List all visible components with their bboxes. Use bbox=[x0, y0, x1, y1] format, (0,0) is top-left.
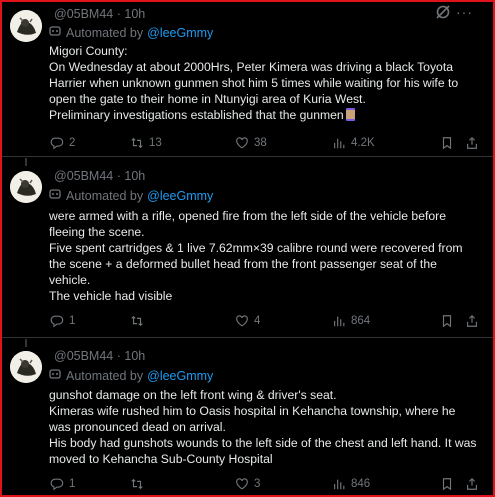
share-icon bbox=[467, 136, 477, 149]
heart-icon bbox=[236, 315, 248, 327]
tweet-handle[interactable]: @05BM44 bbox=[54, 7, 113, 21]
bookmark-icon bbox=[442, 315, 452, 328]
reply-button[interactable]: 2 bbox=[50, 136, 75, 150]
tweet-line: His body had gunshots wounds to the left… bbox=[49, 436, 477, 467]
tweet-text: Migori County: On Wednesday at about 200… bbox=[49, 43, 479, 123]
reply-icon bbox=[50, 315, 64, 328]
views-count: 4.2K bbox=[351, 137, 375, 149]
share-icon bbox=[467, 477, 477, 490]
views-count: 846 bbox=[351, 478, 371, 490]
views-button[interactable]: 864 bbox=[332, 314, 370, 328]
robot-icon bbox=[48, 25, 62, 40]
tweet-line: Preliminary investigations established t… bbox=[49, 108, 344, 123]
views-count: 864 bbox=[351, 315, 371, 327]
tweet-text: were armed with a rifle, opened fire fro… bbox=[49, 208, 479, 305]
views-icon bbox=[334, 316, 345, 327]
automated-label: Automated by bbox=[66, 188, 144, 203]
bookmark-button[interactable] bbox=[440, 314, 454, 328]
like-count: 38 bbox=[254, 137, 267, 149]
reply-count: 2 bbox=[69, 137, 76, 149]
like-button[interactable]: 3 bbox=[235, 477, 260, 491]
avatar[interactable] bbox=[10, 351, 42, 383]
tweet-line: Five spent cartridges & 1 live 7.62mm×39… bbox=[49, 241, 463, 288]
heart-icon bbox=[236, 137, 248, 149]
tweet-line: Kimeras wife rushed him to Oasis hospita… bbox=[49, 404, 456, 435]
bookmark-button[interactable] bbox=[440, 136, 454, 150]
like-count: 3 bbox=[254, 478, 261, 490]
thread-line bbox=[25, 158, 27, 166]
heart-icon bbox=[236, 478, 248, 490]
tweet-text: gunshot damage on the left front wing & … bbox=[49, 387, 479, 467]
reply-icon bbox=[50, 137, 64, 150]
tweet-1[interactable]: @05BM44 · 10h ··· Automated by @leeGmmy … bbox=[2, 2, 493, 157]
tweet-time[interactable]: 10h bbox=[124, 7, 145, 21]
tweet-line: were armed with a rifle, opened fire fro… bbox=[49, 209, 446, 240]
tweet-line: gunshot damage on the left front wing & … bbox=[49, 388, 337, 402]
tweet-line: Migori County: bbox=[49, 44, 128, 58]
reply-icon bbox=[50, 478, 64, 491]
separator: · bbox=[116, 349, 121, 363]
reply-count: 1 bbox=[69, 315, 76, 327]
tweet-line: The vehicle had visible bbox=[49, 289, 173, 304]
automated-by-link[interactable]: @leeGmmy bbox=[147, 189, 213, 203]
more-icon[interactable]: ··· bbox=[456, 4, 473, 20]
automated-label: Automated by bbox=[66, 25, 144, 40]
retweet-button[interactable] bbox=[130, 477, 149, 491]
tweet-time[interactable]: 10h bbox=[124, 349, 145, 363]
views-icon bbox=[334, 479, 345, 490]
views-button[interactable]: 4.2K bbox=[332, 136, 375, 150]
views-icon bbox=[334, 138, 345, 149]
separator: · bbox=[116, 7, 121, 21]
robot-icon bbox=[48, 188, 62, 203]
separator: · bbox=[116, 169, 121, 183]
thread-line bbox=[25, 339, 27, 347]
retweet-icon bbox=[131, 478, 143, 490]
retweet-button[interactable]: 13 bbox=[130, 136, 162, 150]
like-count: 4 bbox=[254, 315, 261, 327]
automated-label: Automated by bbox=[66, 368, 144, 383]
share-button[interactable] bbox=[465, 477, 479, 491]
retweet-button[interactable] bbox=[130, 314, 149, 328]
share-icon bbox=[467, 314, 477, 327]
retweet-count: 13 bbox=[149, 137, 162, 149]
retweet-icon bbox=[131, 315, 143, 327]
tweet-handle[interactable]: @05BM44 bbox=[54, 169, 113, 183]
tweet-2[interactable]: @05BM44 · 10h Automated by @leeGmmy were… bbox=[2, 158, 493, 338]
like-button[interactable]: 38 bbox=[235, 136, 267, 150]
tweet-3[interactable]: @05BM44 · 10h Automated by @leeGmmy guns… bbox=[2, 339, 493, 495]
bookmark-button[interactable] bbox=[440, 477, 454, 491]
like-button[interactable]: 4 bbox=[235, 314, 260, 328]
reply-count: 1 bbox=[69, 478, 76, 490]
reply-button[interactable]: 1 bbox=[50, 477, 75, 491]
automated-by-link[interactable]: @leeGmmy bbox=[147, 369, 213, 383]
views-button[interactable]: 846 bbox=[332, 477, 370, 491]
thread-icon bbox=[345, 108, 355, 122]
tweet-line: On Wednesday at about 2000Hrs, Peter Kim… bbox=[49, 60, 459, 107]
share-button[interactable] bbox=[465, 314, 479, 328]
tweet-time[interactable]: 10h bbox=[124, 169, 145, 183]
bookmark-icon bbox=[442, 137, 452, 150]
retweet-icon bbox=[131, 137, 143, 149]
automated-by-link[interactable]: @leeGmmy bbox=[147, 26, 213, 40]
avatar[interactable] bbox=[10, 171, 42, 203]
reply-button[interactable]: 1 bbox=[50, 314, 75, 328]
share-button[interactable] bbox=[465, 136, 479, 150]
avatar[interactable] bbox=[10, 10, 42, 42]
tweet-handle[interactable]: @05BM44 bbox=[54, 349, 113, 363]
bookmark-icon bbox=[442, 478, 452, 491]
robot-icon bbox=[48, 368, 62, 383]
grok-icon[interactable] bbox=[435, 4, 451, 24]
